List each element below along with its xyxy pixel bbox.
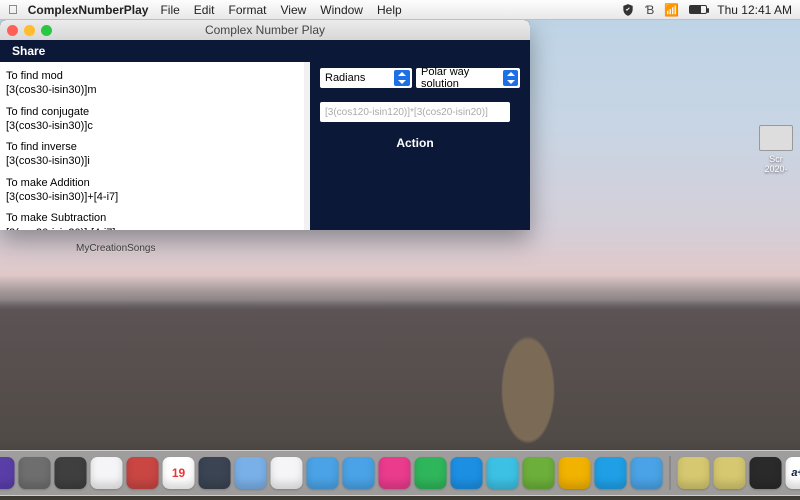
- dock-app-calendar[interactable]: 19: [163, 457, 195, 489]
- app-menu[interactable]: ComplexNumberPlay: [28, 3, 149, 17]
- menu-file[interactable]: File: [160, 3, 179, 17]
- wifi-icon[interactable]: 📶: [664, 3, 679, 17]
- dock-app-siri[interactable]: [0, 457, 15, 489]
- angle-unit-select[interactable]: Radians: [320, 68, 412, 88]
- menu-format[interactable]: Format: [228, 3, 266, 17]
- dock-divider: [670, 456, 671, 490]
- desktop-screenshot-icon[interactable]: Scr 2020-: [756, 125, 796, 174]
- menu-view[interactable]: View: [281, 3, 307, 17]
- bluetooth-icon[interactable]: Ɓ: [645, 3, 654, 17]
- solution-mode-select[interactable]: Polar way solution: [416, 68, 520, 88]
- minimize-icon[interactable]: [24, 25, 35, 36]
- example-expr: [3(cos30-isin30)]-[4-i7]: [6, 226, 298, 230]
- example-heading: To find mod: [6, 69, 298, 83]
- dock-app-simulator[interactable]: [235, 457, 267, 489]
- example-heading: To find inverse: [6, 140, 298, 154]
- dock-app-terminal[interactable]: [750, 457, 782, 489]
- close-icon[interactable]: [7, 25, 18, 36]
- dock-app-messages[interactable]: [343, 457, 375, 489]
- select-value: Radians: [325, 72, 365, 84]
- dock-app-skype[interactable]: [487, 457, 519, 489]
- example-expr: [3(cos30-isin30)]c: [6, 119, 298, 133]
- dock: 19 a+ib: [0, 450, 800, 496]
- dock-app-anydesk[interactable]: [127, 457, 159, 489]
- example-heading: To make Addition: [6, 176, 298, 190]
- select-value: Polar way solution: [421, 66, 503, 90]
- dock-folder-1[interactable]: [678, 457, 710, 489]
- dock-app-androidstudio[interactable]: [415, 457, 447, 489]
- action-button[interactable]: Action: [396, 136, 433, 150]
- dock-app-complexnumberplay[interactable]: a+ib: [786, 457, 800, 489]
- dock-app-appstore[interactable]: [307, 457, 339, 489]
- battery-icon[interactable]: [689, 5, 707, 14]
- menu-help[interactable]: Help: [377, 3, 402, 17]
- input-placeholder: [3(cos120-isin120)]*[3(cos20-isin20)]: [325, 107, 488, 118]
- file-label-1: Scr: [756, 154, 796, 164]
- dock-folder-2[interactable]: [714, 457, 746, 489]
- menubar:  ComplexNumberPlay File Edit Format Vie…: [0, 0, 800, 20]
- dock-app-safari[interactable]: [91, 457, 123, 489]
- window-titlebar[interactable]: Complex Number Play: [0, 20, 530, 40]
- zoom-icon[interactable]: [41, 25, 52, 36]
- share-button[interactable]: Share: [12, 44, 45, 58]
- dock-app-chrome[interactable]: [523, 457, 555, 489]
- dock-app-music[interactable]: [379, 457, 411, 489]
- chevrons-icon: [394, 70, 410, 86]
- dock-app-mail[interactable]: [271, 457, 303, 489]
- app-window: Complex Number Play Share To find mod[3(…: [0, 20, 530, 230]
- menu-edit[interactable]: Edit: [194, 3, 215, 17]
- dock-app-settings[interactable]: [55, 457, 87, 489]
- example-expr: [3(cos30-isin30)]i: [6, 154, 298, 168]
- expression-input[interactable]: [3(cos120-isin120)]*[3(cos20-isin20)]: [320, 102, 510, 122]
- file-label-2: 2020-: [756, 164, 796, 174]
- example-expr: [3(cos30-isin30)]m: [6, 83, 298, 97]
- clock[interactable]: Thu 12:41 AM: [717, 3, 792, 17]
- file-thumbnail-icon: [759, 125, 793, 151]
- dock-app-launchpad[interactable]: [19, 457, 51, 489]
- dock-app-generic[interactable]: [631, 457, 663, 489]
- status-tray: Ɓ 📶 Thu 12:41 AM: [611, 3, 800, 17]
- dock-app-xcode[interactable]: [199, 457, 231, 489]
- example-expr: [3(cos30-isin30)]+[4-i7]: [6, 190, 298, 204]
- dock-app-teamviewer[interactable]: [595, 457, 627, 489]
- app-icon-label: a+ib: [791, 467, 800, 479]
- chevrons-icon: [503, 70, 518, 86]
- example-heading: To make Subtraction: [6, 211, 298, 225]
- dock-app-vlc[interactable]: [451, 457, 483, 489]
- desktop-folder-label[interactable]: MyCreationSongs: [76, 243, 155, 254]
- dock-app-transporter[interactable]: [559, 457, 591, 489]
- menu-window[interactable]: Window: [320, 3, 363, 17]
- calendar-day: 19: [172, 466, 185, 480]
- controls-panel: Radians Polar way solution [3(cos120-isi…: [310, 62, 530, 230]
- apple-menu-icon[interactable]: : [8, 2, 18, 17]
- example-heading: To find conjugate: [6, 105, 298, 119]
- shield-icon[interactable]: [621, 3, 635, 17]
- window-title: Complex Number Play: [0, 23, 530, 37]
- examples-panel[interactable]: To find mod[3(cos30-isin30)]m To find co…: [0, 62, 310, 230]
